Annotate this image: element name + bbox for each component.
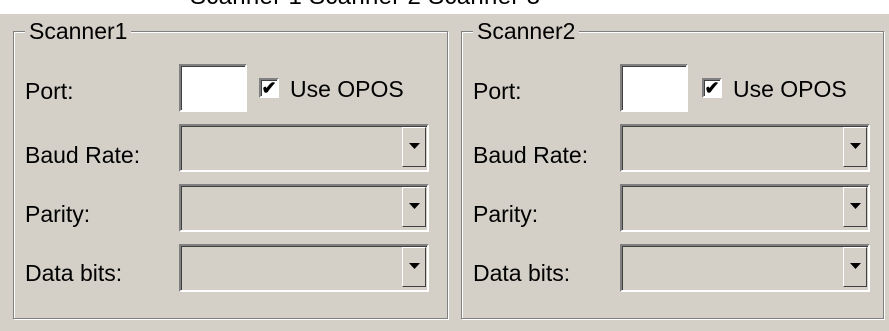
baud-rate-dropdown-button[interactable]: [402, 127, 426, 167]
parity-label: Parity:: [473, 201, 539, 227]
parity-dropdown-button[interactable]: [843, 187, 867, 227]
port-input[interactable]: [620, 64, 688, 112]
chevron-down-icon: [850, 263, 861, 269]
chevron-down-icon: [409, 263, 420, 269]
header-partial-text: Scanner 1 Scanner 2 Scanner 3: [190, 0, 540, 11]
data-bits-label: Data bits:: [25, 260, 123, 286]
use-opos-checkbox[interactable]: ✔: [259, 78, 279, 98]
data-bits-dropdown-button[interactable]: [843, 247, 867, 287]
use-opos-checkbox[interactable]: ✔: [702, 78, 722, 98]
port-label: Port:: [25, 78, 74, 104]
chevron-down-icon: [850, 203, 861, 209]
port-label: Port:: [473, 78, 522, 104]
chevron-down-icon: [409, 143, 420, 149]
use-opos-label[interactable]: Use OPOS: [733, 74, 847, 104]
chevron-down-icon: [850, 143, 861, 149]
group-title: Scanner1: [25, 14, 132, 48]
data-bits-dropdown-button[interactable]: [402, 247, 426, 287]
use-opos-label[interactable]: Use OPOS: [290, 74, 404, 104]
chevron-down-icon: [409, 203, 420, 209]
parity-label: Parity:: [25, 201, 91, 227]
check-mark-icon: ✔: [704, 78, 720, 98]
check-mark-icon: ✔: [261, 78, 277, 98]
baud-rate-select[interactable]: [179, 124, 429, 172]
baud-rate-label: Baud Rate:: [473, 142, 589, 168]
parity-dropdown-button[interactable]: [402, 187, 426, 227]
port-input[interactable]: [179, 64, 247, 112]
scanner1-group: Scanner1 Port: ✔ Use OPOS Baud Rate: Par…: [7, 14, 451, 324]
header-strip-cropped: Scanner 1 Scanner 2 Scanner 3: [0, 0, 889, 14]
baud-rate-select[interactable]: [620, 124, 870, 172]
data-bits-select[interactable]: [620, 244, 870, 292]
data-bits-select[interactable]: [179, 244, 429, 292]
baud-rate-label: Baud Rate:: [25, 142, 141, 168]
group-title: Scanner2: [473, 14, 580, 48]
parity-select[interactable]: [620, 184, 870, 232]
baud-rate-dropdown-button[interactable]: [843, 127, 867, 167]
parity-select[interactable]: [179, 184, 429, 232]
data-bits-label: Data bits:: [473, 260, 571, 286]
scanner2-group: Scanner2 Port: ✔ Use OPOS Baud Rate: Par…: [455, 14, 887, 324]
